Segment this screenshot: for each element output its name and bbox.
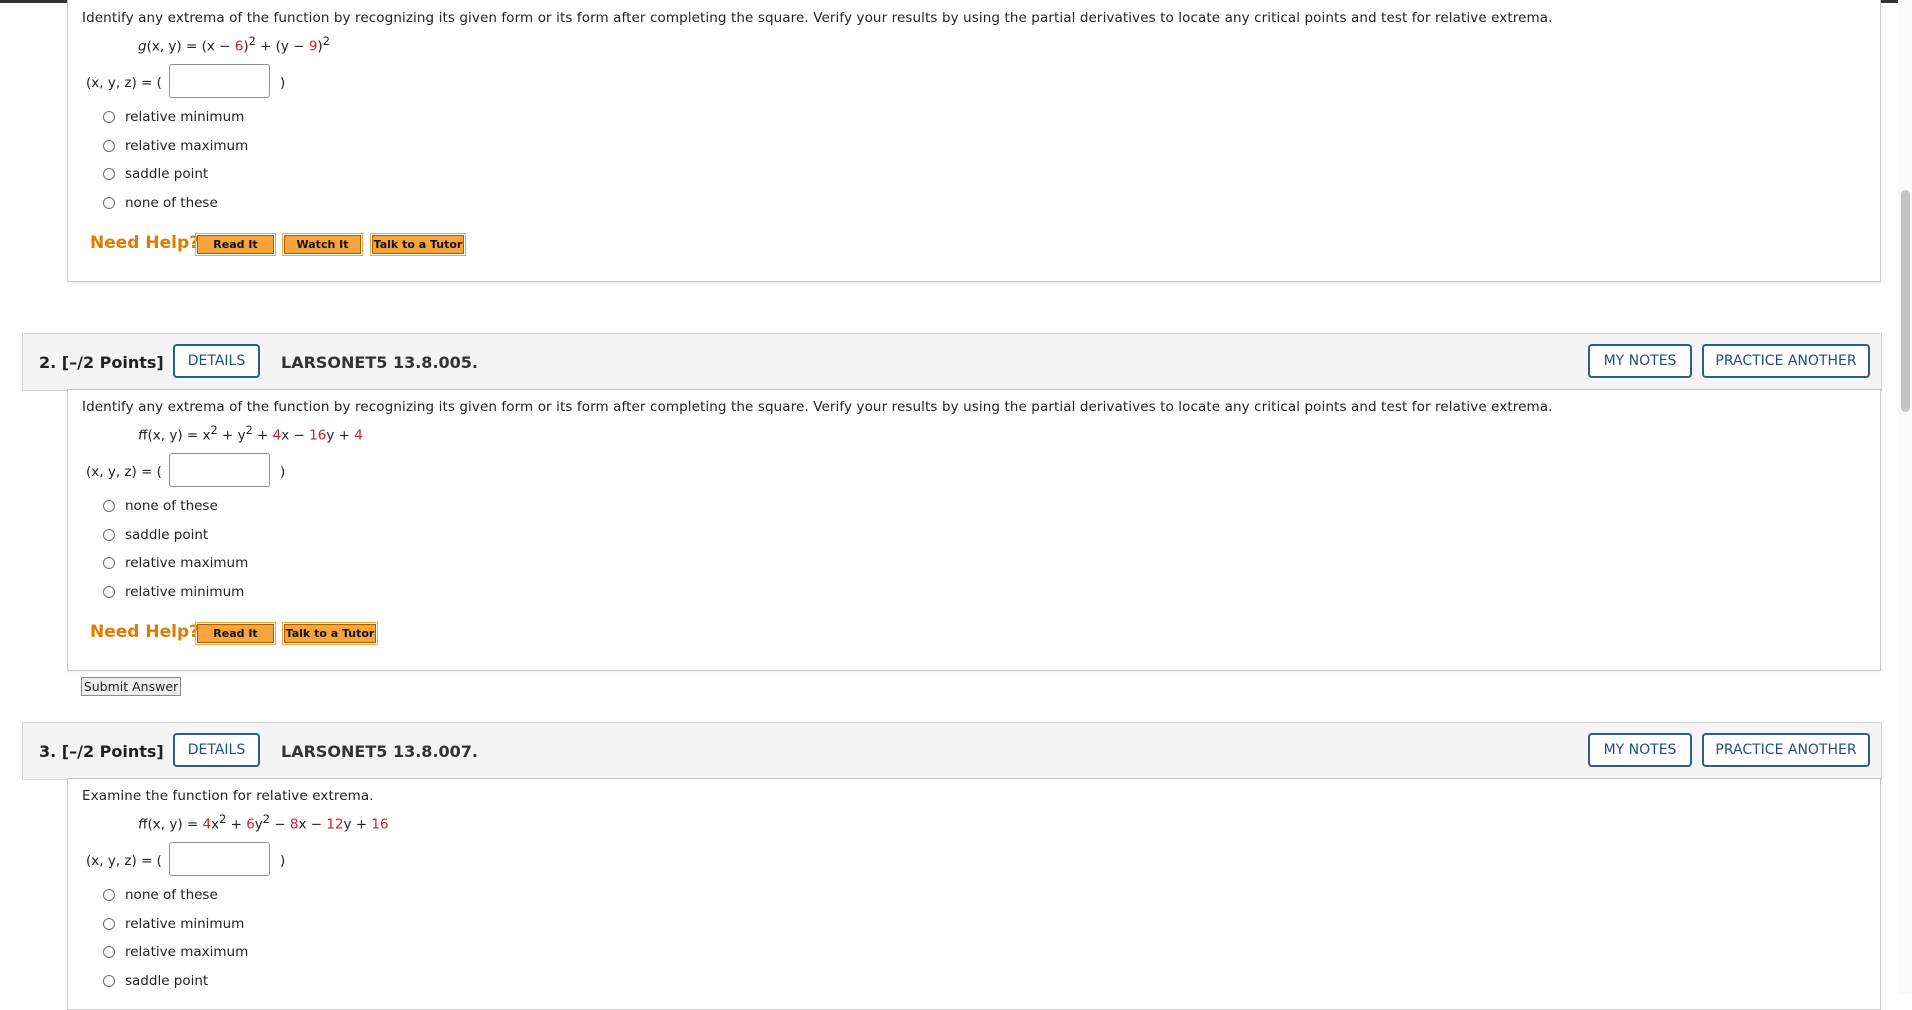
radio-button[interactable] [103, 946, 115, 958]
q2-talk-to-tutor-button[interactable]: Talk to a Tutor [282, 622, 378, 645]
radio-button[interactable] [103, 918, 115, 930]
q3-question-id: LARSONET5 13.8.007. [281, 742, 478, 761]
radio-button[interactable] [103, 140, 115, 152]
q2-function: ff(x, y) = x2 + y2 + 4x − 16y + 4 [138, 424, 363, 444]
q1-talk-to-tutor-button[interactable]: Talk to a Tutor [370, 233, 466, 256]
radio-button[interactable] [103, 111, 115, 123]
q3-practice-another-button[interactable]: PRACTICE ANOTHER [1702, 733, 1870, 767]
q2-read-it-button[interactable]: Read It [195, 622, 276, 645]
scrollbar-thumb[interactable] [1901, 190, 1910, 412]
q2-option-saddle-point[interactable]: saddle point [103, 525, 208, 545]
q1-function: g(x, y) = (x − 6)2 + (y − 9)2 [138, 35, 330, 55]
q3-number-points: 3. [–/2 Points] [39, 742, 164, 761]
q1-option-none-of-these[interactable]: none of these [103, 193, 218, 213]
q2-submit-answer-button[interactable]: Submit Answer [81, 677, 181, 696]
q1-prompt: Identify any extrema of the function by … [82, 10, 1553, 26]
q3-my-notes-button[interactable]: MY NOTES [1588, 733, 1692, 767]
question-3-header: 3. [–/2 Points] DETAILS LARSONET5 13.8.0… [22, 722, 1882, 780]
q2-prompt: Identify any extrema of the function by … [82, 399, 1553, 415]
q2-details-button[interactable]: DETAILS [173, 344, 260, 378]
q1-watch-it-button[interactable]: Watch It [282, 233, 363, 256]
q1-option-relative-minimum[interactable]: relative minimum [103, 107, 244, 127]
q3-option-saddle-point[interactable]: saddle point [103, 971, 208, 991]
q2-question-id: LARSONET5 13.8.005. [281, 353, 478, 372]
q2-my-notes-button[interactable]: MY NOTES [1588, 344, 1692, 378]
radio-button[interactable] [103, 586, 115, 598]
radio-button[interactable] [103, 889, 115, 901]
radio-button[interactable] [103, 557, 115, 569]
q1-xyz-label: (x, y, z) = ( [86, 75, 162, 91]
q3-xyz-close: ) [280, 853, 286, 869]
q2-answer-input[interactable] [169, 453, 270, 487]
q3-details-button[interactable]: DETAILS [173, 733, 260, 767]
q2-xyz-close: ) [280, 464, 286, 480]
q1-option-saddle-point[interactable]: saddle point [103, 164, 208, 184]
q3-option-none-of-these[interactable]: none of these [103, 885, 218, 905]
radio-button[interactable] [103, 197, 115, 209]
q2-option-none-of-these[interactable]: none of these [103, 496, 218, 516]
question-2-header: 2. [–/2 Points] DETAILS LARSONET5 13.8.0… [22, 333, 1882, 391]
radio-button[interactable] [103, 975, 115, 987]
q3-option-relative-maximum[interactable]: relative maximum [103, 942, 248, 962]
radio-button[interactable] [103, 529, 115, 541]
q2-practice-another-button[interactable]: PRACTICE ANOTHER [1702, 344, 1870, 378]
q2-xyz-label: (x, y, z) = ( [86, 464, 162, 480]
q3-prompt: Examine the function for relative extrem… [82, 788, 374, 804]
q1-need-help: Need Help? [90, 233, 199, 253]
q2-option-relative-maximum[interactable]: relative maximum [103, 553, 248, 573]
radio-button[interactable] [103, 168, 115, 180]
q3-xyz-label: (x, y, z) = ( [86, 853, 162, 869]
q3-answer-input[interactable] [169, 842, 270, 876]
vertical-scrollbar[interactable] [1898, 0, 1912, 994]
q1-xyz-close: ) [280, 75, 286, 91]
q2-option-relative-minimum[interactable]: relative minimum [103, 582, 244, 602]
radio-button[interactable] [103, 500, 115, 512]
q2-need-help: Need Help? [90, 622, 199, 642]
q1-option-relative-maximum[interactable]: relative maximum [103, 136, 248, 156]
q2-number-points: 2. [–/2 Points] [39, 353, 164, 372]
q3-function: ff(x, y) = 4x2 + 6y2 − 8x − 12y + 16 [138, 813, 389, 833]
q1-answer-input[interactable] [169, 64, 270, 98]
q3-option-relative-minimum[interactable]: relative minimum [103, 914, 244, 934]
q1-read-it-button[interactable]: Read It [195, 233, 276, 256]
